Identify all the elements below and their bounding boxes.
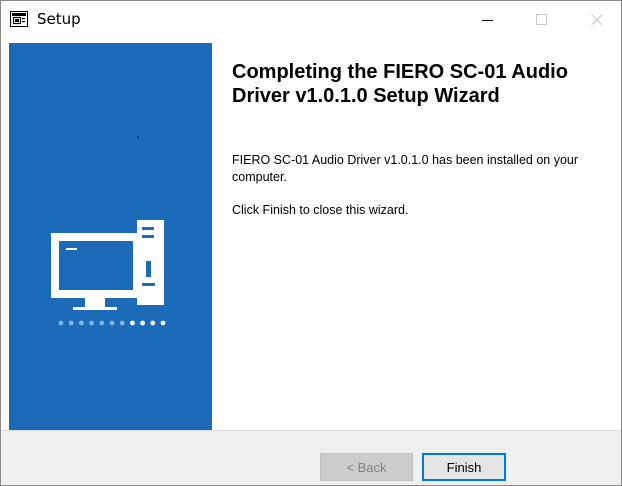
progress-dot — [58, 320, 64, 326]
setup-app-icon — [10, 11, 28, 27]
progress-dot — [68, 320, 74, 326]
window-title: Setup — [37, 10, 81, 28]
progress-dot-filled — [160, 320, 166, 326]
progress-dot — [119, 320, 125, 326]
progress-dot — [79, 320, 84, 326]
title-bar[interactable]: Setup — [1, 1, 621, 39]
button-bar: < Back Finish — [1, 430, 621, 485]
finish-instruction: Click Finish to close this wizard. — [232, 203, 409, 217]
finish-button[interactable]: Finish — [422, 453, 506, 481]
minimize-button[interactable] — [465, 1, 511, 39]
maximize-icon — [536, 14, 547, 25]
progress-dot-filled — [140, 320, 146, 326]
progress-dot — [99, 320, 105, 326]
banner-graphic — [51, 136, 166, 326]
progress-dot — [89, 320, 94, 326]
installed-message: FIERO SC-01 Audio Driver v1.0.1.0 has be… — [232, 153, 579, 184]
maximize-button[interactable] — [519, 1, 565, 39]
wizard-banner — [9, 43, 212, 430]
setup-window: Setup Completing the FIERO SC-01 Audio D… — [0, 0, 622, 486]
back-button[interactable]: < Back — [320, 453, 413, 481]
close-button[interactable] — [574, 1, 620, 39]
progress-dots — [58, 320, 166, 326]
progress-dot-filled — [150, 320, 156, 326]
minimize-icon — [482, 20, 493, 21]
computer-icon — [51, 220, 164, 310]
progress-dot-filled — [130, 320, 135, 326]
progress-dot — [109, 320, 115, 326]
close-icon — [591, 14, 603, 26]
page-title: Completing the FIERO SC-01 Audio Driver … — [232, 61, 568, 107]
